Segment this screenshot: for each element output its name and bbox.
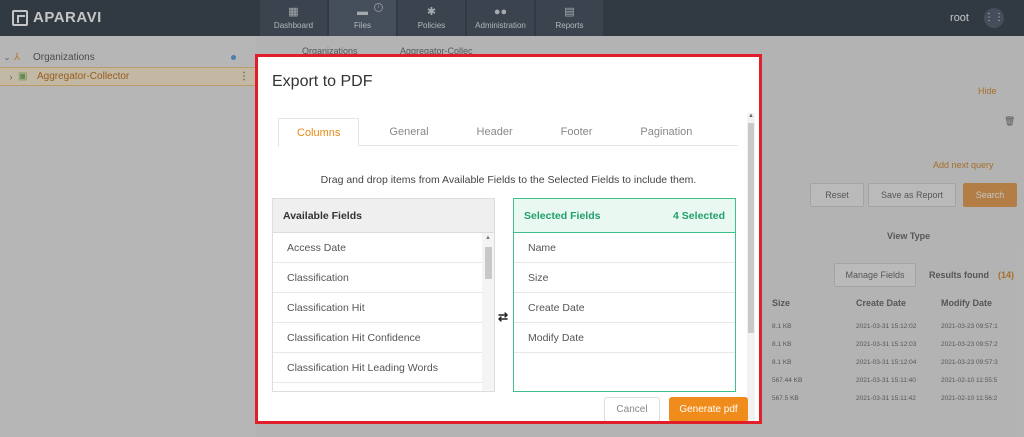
tab-header[interactable]: Header bbox=[459, 118, 531, 146]
instruction-text: Drag and drop items from Available Field… bbox=[320, 174, 697, 186]
field-item[interactable]: Modify Date bbox=[514, 323, 735, 353]
field-item[interactable]: Classification bbox=[273, 263, 482, 293]
field-item[interactable]: Classification Hit Leading Words bbox=[273, 353, 482, 383]
dialog-title: Export to PDF bbox=[272, 73, 373, 90]
export-pdf-dialog: Export to PDF ▲ ▼ Columns General Header… bbox=[255, 54, 762, 424]
dialog-scrollbar[interactable]: ▲ ▼ bbox=[747, 113, 755, 421]
dialog-tabs: Columns General Header Footer Pagination bbox=[278, 118, 738, 147]
scroll-up-icon[interactable]: ▲ bbox=[747, 113, 755, 119]
generate-pdf-button[interactable]: Generate pdf bbox=[669, 397, 748, 421]
tab-general[interactable]: General bbox=[371, 118, 446, 146]
field-item[interactable]: Size bbox=[514, 263, 735, 293]
available-fields-list: Access Date Classification Classificatio… bbox=[273, 233, 482, 383]
panel-title: Selected Fields bbox=[524, 209, 601, 222]
available-fields-header: Available Fields bbox=[273, 199, 494, 233]
available-fields-panel: Available Fields Access Date Classificat… bbox=[272, 198, 495, 392]
selected-fields-panel: Selected Fields 4 Selected Name Size Cre… bbox=[513, 198, 736, 392]
scrollbar-thumb[interactable] bbox=[748, 123, 754, 333]
selected-fields-header: Selected Fields 4 Selected bbox=[514, 199, 735, 233]
tab-footer[interactable]: Footer bbox=[543, 118, 611, 146]
tab-columns[interactable]: Columns bbox=[278, 118, 360, 147]
swap-arrows-icon: ⇄ bbox=[498, 310, 509, 324]
scroll-up-icon[interactable]: ▲ bbox=[482, 235, 494, 241]
field-item[interactable]: Access Date bbox=[273, 233, 482, 263]
field-item[interactable]: Classification Hit bbox=[273, 293, 482, 323]
tab-pagination[interactable]: Pagination bbox=[622, 118, 710, 146]
field-item[interactable]: Classification Hit Confidence bbox=[273, 323, 482, 353]
field-item[interactable]: Create Date bbox=[514, 293, 735, 323]
available-fields-scrollbar[interactable]: ▲ bbox=[482, 233, 494, 391]
selected-count: 4 Selected bbox=[673, 209, 725, 222]
selected-fields-list: Name Size Create Date Modify Date bbox=[514, 233, 735, 353]
scrollbar-thumb[interactable] bbox=[485, 247, 492, 279]
field-item[interactable]: Name bbox=[514, 233, 735, 263]
panel-title: Available Fields bbox=[283, 209, 362, 222]
cancel-button[interactable]: Cancel bbox=[604, 397, 660, 421]
